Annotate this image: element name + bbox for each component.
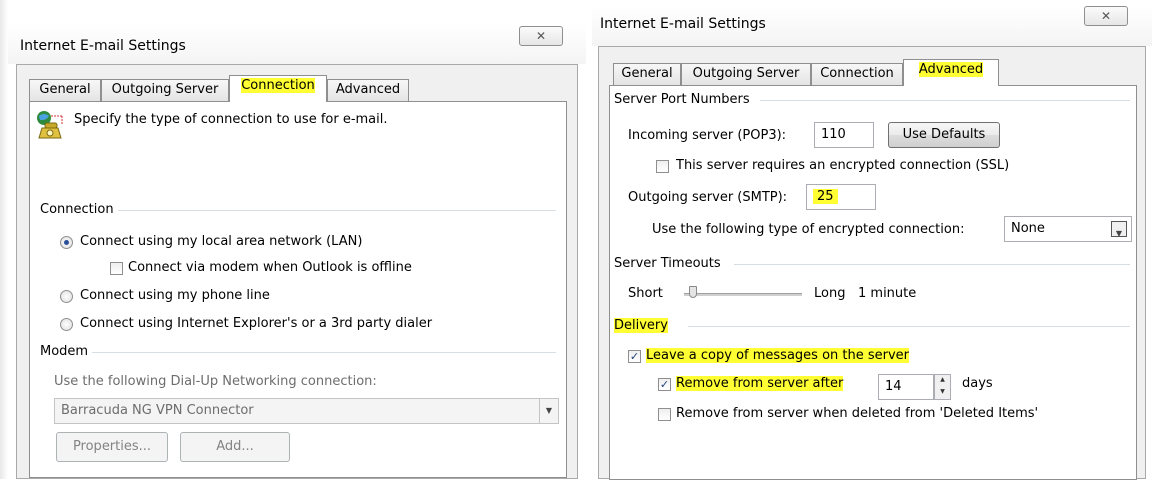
spin-down-icon[interactable]: ▼ (935, 387, 950, 399)
connection-phone-globe-icon (36, 110, 64, 140)
incoming-port-field[interactable]: 110 (814, 122, 874, 148)
tab-general[interactable]: General (29, 79, 101, 101)
leave-copy-label[interactable]: Leave a copy of messages on the server (646, 348, 910, 363)
advanced-settings-window: Internet E-mail Settings ✕ General Outgo… (592, 6, 1152, 480)
timeouts-group-rule (734, 264, 1130, 265)
advanced-tab-panel: Server Port Numbers Incoming server (POP… (609, 85, 1137, 480)
ssl-label[interactable]: This server requires an encrypted connec… (676, 158, 1009, 173)
days-label: days (962, 376, 993, 391)
delivery-group-rule (688, 326, 1130, 327)
ports-group-heading: Server Port Numbers (614, 92, 754, 107)
modem-group-heading: Modem (40, 344, 93, 359)
leave-copy-checkbox[interactable]: ✓ (628, 350, 641, 363)
dialup-connection-value: Barracuda NG VPN Connector (61, 403, 254, 418)
ports-group-rule (760, 100, 1130, 101)
dialer-radio-label[interactable]: Connect using Internet Explorer's or a 3… (80, 316, 432, 331)
use-defaults-button[interactable]: Use Defaults (888, 122, 1000, 148)
chevron-down-icon: ▼ (539, 399, 558, 423)
phone-line-radio-label[interactable]: Connect using my phone line (80, 288, 270, 303)
tab-strip: General Outgoing Server Connection Advan… (613, 59, 1023, 86)
tab-strip: General Outgoing Server Connection Advan… (29, 75, 449, 102)
outgoing-port-field[interactable]: 25 (806, 184, 876, 210)
dialup-label: Use the following Dial-Up Networking con… (54, 374, 377, 389)
modem-offline-checkbox[interactable] (110, 262, 123, 275)
remove-after-days-field[interactable]: 14 (878, 374, 934, 400)
chevron-down-icon: ▼ (1111, 221, 1127, 238)
delivery-group-heading: Delivery (614, 318, 672, 333)
encryption-type-value: None (1011, 221, 1045, 236)
spin-up-icon[interactable]: ▲ (935, 375, 950, 387)
ssl-checkbox[interactable] (656, 160, 669, 173)
tab-outgoing-server[interactable]: Outgoing Server (681, 63, 811, 85)
encryption-type-dropdown[interactable]: None ▼ (1004, 216, 1132, 242)
tab-outgoing-server[interactable]: Outgoing Server (101, 79, 229, 101)
connection-group-heading: Connection (40, 202, 118, 217)
dialog-frame: General Outgoing Server Connection Advan… (598, 46, 1146, 480)
remove-after-checkbox[interactable]: ✓ (658, 378, 671, 391)
tab-connection[interactable]: Connection (811, 63, 903, 85)
connection-intro-text: Specify the type of connection to use fo… (74, 112, 388, 127)
close-button[interactable]: ✕ (519, 26, 563, 46)
window-title: Internet E-mail Settings (600, 16, 766, 32)
connection-tab-panel: Specify the type of connection to use fo… (29, 101, 567, 478)
connection-settings-window: Internet E-mail Settings ✕ General Outgo… (8, 24, 586, 479)
title-bar: Internet E-mail Settings ✕ (592, 6, 1152, 46)
remove-after-label[interactable]: Remove from server after (676, 376, 844, 391)
timeouts-group-heading: Server Timeouts (614, 256, 725, 271)
timeout-long-label: Long (814, 286, 846, 301)
timeout-short-label: Short (628, 286, 663, 301)
dialup-connection-dropdown[interactable]: Barracuda NG VPN Connector ▼ (54, 398, 559, 424)
dialog-frame: General Outgoing Server Connection Advan… (16, 64, 578, 479)
remove-deleted-label[interactable]: Remove from server when deleted from 'De… (676, 406, 1038, 421)
encryption-type-label: Use the following type of encrypted conn… (652, 222, 965, 237)
lan-radio[interactable] (60, 236, 73, 249)
tab-general[interactable]: General (613, 63, 681, 85)
incoming-port-label: Incoming server (POP3): (628, 128, 787, 143)
dialer-radio[interactable] (60, 318, 73, 331)
tab-connection[interactable]: Connection (229, 75, 327, 102)
modem-offline-label[interactable]: Connect via modem when Outlook is offlin… (128, 260, 412, 275)
title-bar: Internet E-mail Settings ✕ (8, 24, 586, 64)
outgoing-port-label: Outgoing server (SMTP): (628, 190, 788, 205)
server-timeout-slider-track[interactable] (684, 293, 802, 296)
connection-group-rule (118, 210, 556, 211)
add-button[interactable]: Add... (180, 432, 290, 462)
tab-advanced[interactable]: Advanced (327, 79, 409, 101)
window-title: Internet E-mail Settings (20, 38, 186, 54)
days-spinner[interactable]: ▲ ▼ (934, 374, 951, 400)
phone-line-radio[interactable] (60, 290, 73, 303)
modem-group-rule (92, 352, 556, 353)
server-timeout-slider-thumb[interactable] (689, 286, 698, 298)
left-edge-shadow (0, 0, 8, 479)
lan-radio-label[interactable]: Connect using my local area network (LAN… (80, 234, 362, 249)
outgoing-port-value: 25 (813, 189, 838, 204)
properties-button[interactable]: Properties... (56, 432, 168, 462)
tab-advanced[interactable]: Advanced (903, 59, 999, 86)
remove-deleted-checkbox[interactable] (658, 408, 671, 421)
close-button[interactable]: ✕ (1084, 6, 1128, 26)
timeout-value: 1 minute (858, 286, 917, 301)
